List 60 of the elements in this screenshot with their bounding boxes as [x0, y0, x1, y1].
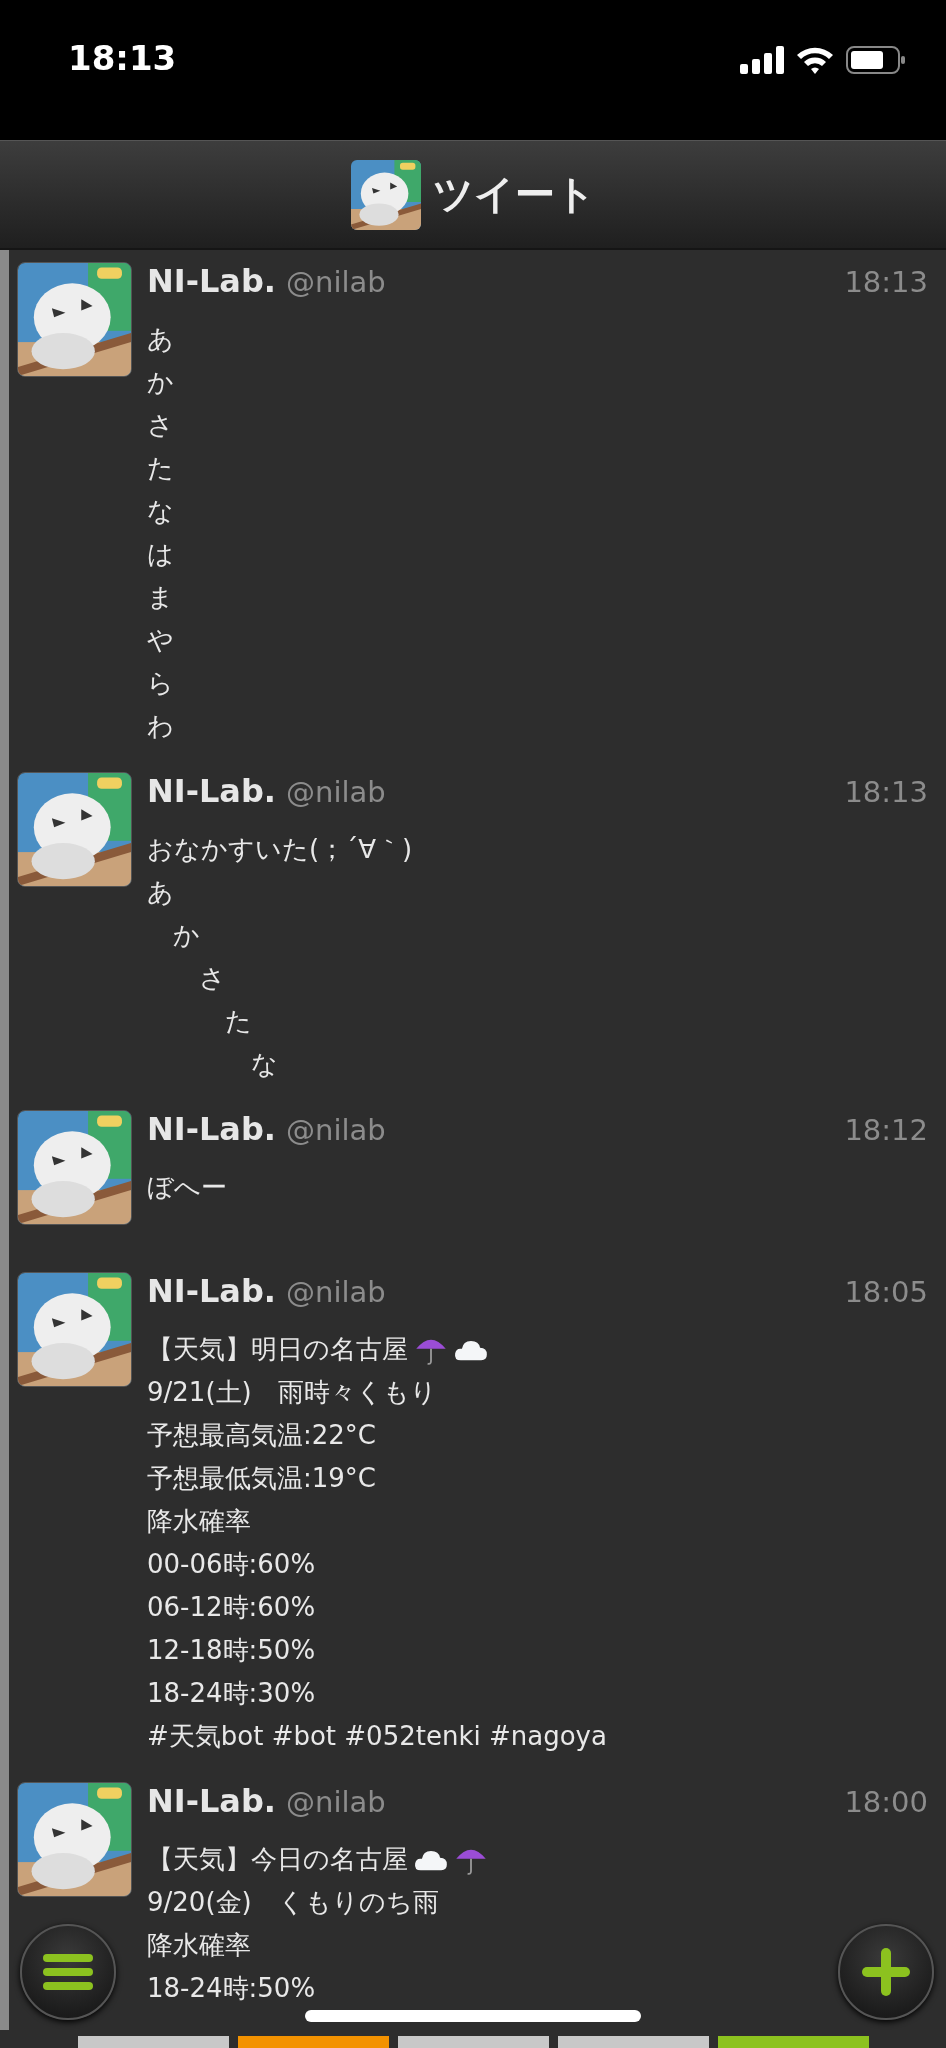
page-indicator[interactable]	[557, 2036, 709, 2048]
tweet-text: ぼへー	[147, 1171, 227, 1204]
wifi-icon	[796, 46, 834, 74]
tweet-text: た	[147, 452, 174, 485]
tweet-text: 降水確率	[147, 1505, 251, 1538]
tweet-text: 予想最低気温:19°C	[147, 1462, 376, 1495]
tweet-text: 00-06時:60%	[147, 1548, 316, 1581]
signal-icon	[740, 46, 784, 74]
user-handle: @nilab	[286, 1785, 386, 1819]
add-button[interactable]	[838, 1924, 934, 2020]
page-indicator[interactable]	[237, 2036, 389, 2048]
tweet-text: さ	[147, 409, 174, 442]
user-handle: @nilab	[286, 775, 386, 809]
user-name: NI-Lab.	[147, 1782, 276, 1820]
tweet-text: ら	[147, 667, 174, 700]
tweet-text: 18-24時:50%	[147, 1972, 316, 2005]
battery-icon	[846, 46, 906, 74]
user-handle: @nilab	[286, 265, 386, 299]
tweet-text: 06-12時:60%	[147, 1591, 316, 1624]
user-name: NI-Lab.	[147, 1110, 276, 1148]
tweet-time: 18:12	[844, 1113, 928, 1147]
tweet-time: 18:13	[844, 775, 928, 809]
status-time: 18:13	[68, 38, 177, 78]
tweet-text: あ	[147, 876, 174, 909]
tweet-text: 降水確率	[147, 1929, 251, 1962]
tweet-text: わ	[147, 710, 174, 743]
tweet-text: あ	[147, 323, 174, 356]
tweet-text: や	[147, 624, 174, 657]
header-title: ツイート	[432, 170, 596, 219]
tweet-text: おなかすいた(；´∀｀)	[147, 833, 413, 866]
tweet-time: 18:13	[844, 265, 928, 299]
user-name: NI-Lab.	[147, 262, 276, 300]
tweet-text: な	[147, 495, 174, 528]
tweet-text: 9/20(金) くもりのち雨	[147, 1886, 439, 1919]
tweet-text: な	[250, 1048, 278, 1081]
tweet-time: 18:00	[844, 1785, 928, 1819]
tweet-text: 18-24時:30%	[147, 1677, 316, 1710]
user-name: NI-Lab.	[147, 772, 276, 810]
tweet-text: 12-18時:50%	[147, 1634, 316, 1667]
tweet-text: 9/21(土) 雨時々くもり	[147, 1376, 437, 1409]
tweet-text: か	[147, 366, 174, 399]
user-handle: @nilab	[286, 1113, 386, 1147]
tweet-text: #天気bot #bot #052tenki #nagoya	[147, 1720, 607, 1753]
tweet-text: か	[172, 919, 200, 952]
tweet-time: 18:05	[844, 1275, 928, 1309]
tweet-text: は	[147, 538, 174, 571]
user-name: NI-Lab.	[147, 1272, 276, 1310]
tweet-text: ま	[147, 581, 174, 614]
tweet-text: た	[224, 1005, 252, 1038]
user-handle: @nilab	[286, 1275, 386, 1309]
tweet-text: さ	[198, 962, 226, 995]
plus-icon	[862, 1948, 910, 1996]
tweet-text: 【天気】明日の名古屋	[147, 1333, 408, 1366]
page-indicator[interactable]	[77, 2036, 229, 2048]
tweet-text: 【天気】今日の名古屋	[147, 1843, 408, 1876]
menu-icon	[43, 1952, 93, 1992]
page-indicator[interactable]	[397, 2036, 549, 2048]
menu-button[interactable]	[20, 1924, 116, 2020]
tweet-text: 予想最高気温:22°C	[147, 1419, 376, 1452]
page-indicator[interactable]	[717, 2036, 869, 2048]
